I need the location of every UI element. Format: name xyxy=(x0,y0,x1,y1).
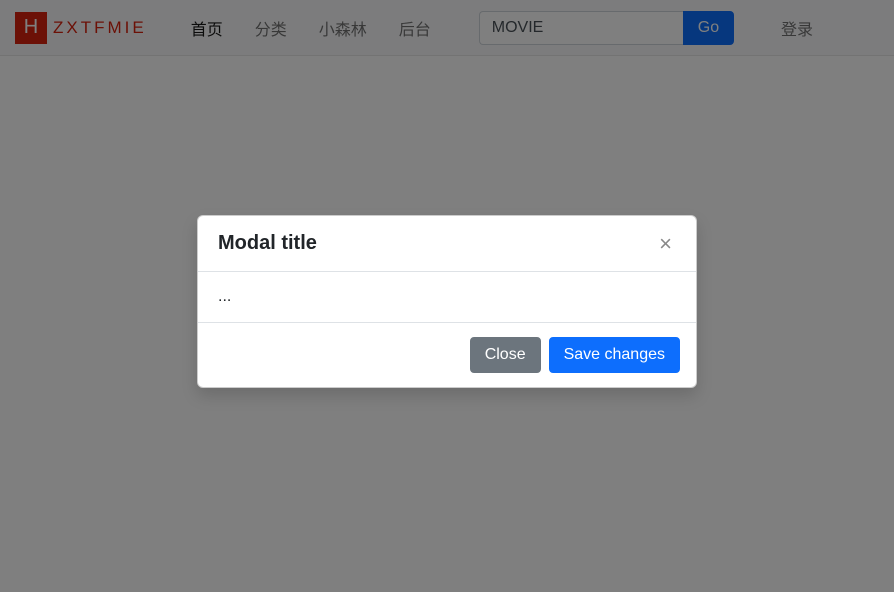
modal-body: ... xyxy=(198,272,696,323)
close-button[interactable]: Close xyxy=(470,337,541,373)
modal-dialog: Modal title × ... Close Save changes xyxy=(197,215,697,388)
modal-body-text: ... xyxy=(218,288,676,306)
modal-title: Modal title xyxy=(218,232,317,255)
modal-footer: Close Save changes xyxy=(198,323,696,387)
save-changes-button[interactable]: Save changes xyxy=(549,337,680,373)
modal-header: Modal title × xyxy=(198,216,696,272)
close-icon[interactable]: × xyxy=(655,233,676,255)
